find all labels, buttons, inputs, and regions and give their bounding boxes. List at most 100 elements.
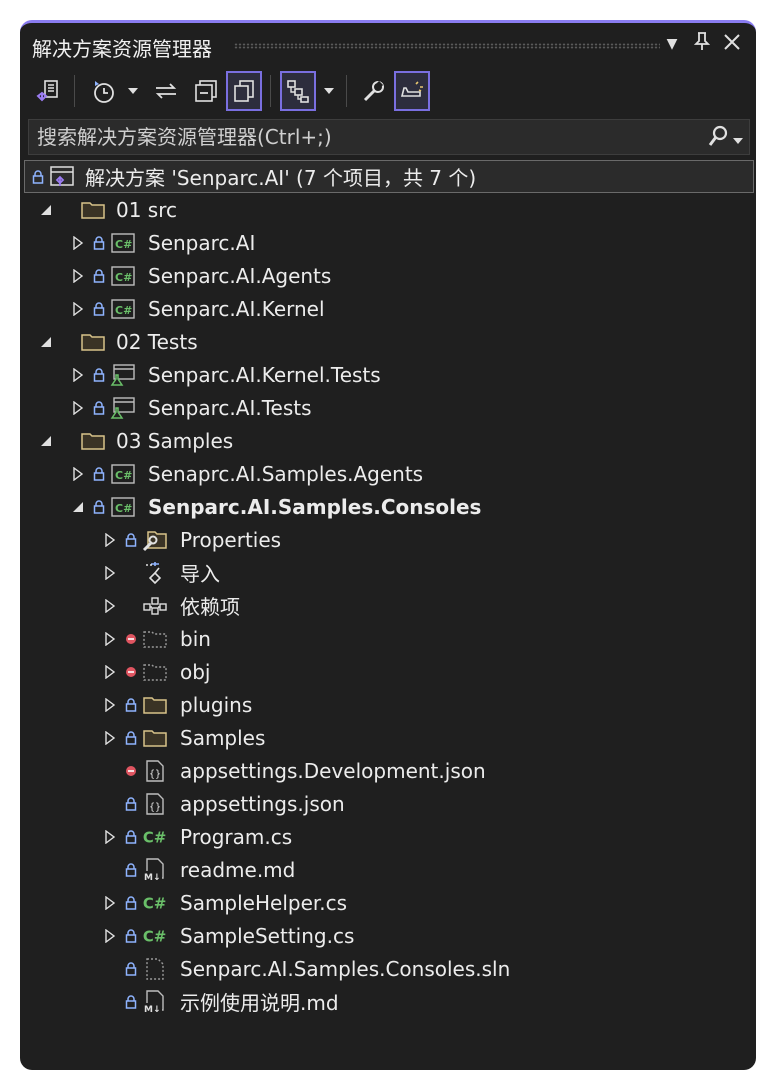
item-label: Properties [180, 527, 282, 552]
tree-row-project[interactable]: C# Senparc.AI.Kernel [20, 292, 756, 325]
pin-icon[interactable] [690, 31, 714, 57]
tree-row-imports[interactable]: 导入 [20, 556, 756, 589]
close-icon[interactable] [720, 31, 744, 57]
collapsed-arrow-icon[interactable] [102, 530, 118, 550]
search-input[interactable] [29, 120, 697, 154]
csharp-project-icon: C# [110, 296, 136, 322]
item-label: 导入 [180, 562, 220, 586]
preview-icon[interactable] [394, 71, 430, 111]
tree-row-folder-samples[interactable]: 03 Samples [20, 424, 756, 457]
tree-row-test-project[interactable]: Senparc.AI.Kernel.Tests [20, 358, 756, 391]
project-label: Senparc.AI.Tests [148, 395, 312, 420]
lock-icon [124, 697, 138, 713]
show-all-files-icon[interactable] [226, 71, 262, 111]
svg-text:C#: C# [143, 927, 166, 945]
expanded-arrow-icon[interactable] [38, 431, 54, 451]
vs-solution-icon[interactable] [30, 71, 66, 111]
lock-icon [92, 400, 106, 416]
tree-row-md-file[interactable]: M↓ 示例使用说明.md [20, 985, 756, 1018]
tree-row-sln-file[interactable]: Senparc.AI.Samples.Consoles.sln [20, 952, 756, 985]
collapse-all-icon[interactable] [188, 71, 224, 111]
svg-text:C#: C# [143, 894, 166, 912]
lock-icon [92, 367, 106, 383]
collapsed-arrow-icon[interactable] [70, 266, 86, 286]
tree-row-project[interactable]: C# Senparc.AI.Agents [20, 259, 756, 292]
collapsed-arrow-icon[interactable] [70, 365, 86, 385]
folder-icon [80, 428, 106, 454]
lock-icon [124, 730, 138, 746]
tree-row-bin[interactable]: bin [20, 622, 756, 655]
tree-row-properties[interactable]: Properties [20, 523, 756, 556]
collapsed-arrow-icon[interactable] [70, 233, 86, 253]
collapsed-arrow-icon[interactable] [102, 893, 118, 913]
tree-row-project[interactable]: C# Senparc.AI [20, 226, 756, 259]
collapsed-arrow-icon[interactable] [102, 926, 118, 946]
title-bar: 解决方案资源管理器 ▼ [20, 23, 756, 67]
tree-row-test-project[interactable]: Senparc.AI.Tests [20, 391, 756, 424]
tree-row-folder-tests[interactable]: 02 Tests [20, 325, 756, 358]
collapsed-arrow-icon[interactable] [102, 695, 118, 715]
collapsed-arrow-icon[interactable] [102, 629, 118, 649]
tree-row-json-file[interactable]: {} appsettings.Development.json [20, 754, 756, 787]
collapsed-arrow-icon[interactable] [102, 596, 118, 616]
project-label: Senparc.AI.Agents [148, 263, 332, 288]
tree-view-icon[interactable] [280, 71, 316, 111]
search-box[interactable] [28, 119, 750, 155]
collapsed-arrow-icon[interactable] [70, 464, 86, 484]
tree-row-plugins[interactable]: plugins [20, 688, 756, 721]
tree-row-cs-file[interactable]: C# SampleHelper.cs [20, 886, 756, 919]
tree-row-json-file[interactable]: {} appsettings.json [20, 787, 756, 820]
window-title: 解决方案资源管理器 [32, 37, 212, 61]
expanded-arrow-icon[interactable] [70, 497, 86, 517]
tree-row-project[interactable]: C# Senaprc.AI.Samples.Agents [20, 457, 756, 490]
lock-icon [124, 532, 138, 548]
csharp-file-icon: C# [142, 923, 168, 949]
tree-row-obj[interactable]: obj [20, 655, 756, 688]
tree-row-dependencies[interactable]: 依赖项 [20, 589, 756, 622]
tree-view-dropdown-icon[interactable] [322, 71, 336, 111]
tree-row-samples-folder[interactable]: Samples [20, 721, 756, 754]
hidden-folder-icon [142, 659, 168, 685]
folder-icon [80, 197, 106, 223]
svg-text:M↓: M↓ [144, 1005, 161, 1015]
sync-icon[interactable] [148, 71, 184, 111]
json-file-icon: {} [142, 758, 168, 784]
title-drag-grip[interactable] [234, 43, 660, 49]
window-menu-dropdown-icon[interactable]: ▼ [660, 31, 684, 57]
expanded-arrow-icon[interactable] [38, 332, 54, 352]
tree-row-cs-file[interactable]: C# SampleSetting.cs [20, 919, 756, 952]
tree-row-md-file[interactable]: M↓ readme.md [20, 853, 756, 886]
collapsed-arrow-icon[interactable] [102, 827, 118, 847]
tree-row-solution[interactable]: 解决方案 'Senparc.AI' (7 个项目，共 7 个) [24, 160, 754, 193]
lock-icon [124, 796, 138, 812]
csharp-file-icon: C# [142, 824, 168, 850]
properties-icon[interactable] [356, 71, 392, 111]
folder-label: 02 Tests [116, 329, 198, 354]
svg-text:C#: C# [115, 304, 132, 317]
project-label: Senparc.AI.Kernel.Tests [148, 362, 381, 387]
collapsed-arrow-icon[interactable] [102, 662, 118, 682]
collapsed-arrow-icon[interactable] [70, 398, 86, 418]
imports-icon [142, 560, 168, 586]
search-icon[interactable] [707, 124, 729, 152]
collapsed-arrow-icon[interactable] [102, 728, 118, 748]
tree-row-cs-file[interactable]: C# Program.cs [20, 820, 756, 853]
excluded-icon [124, 664, 138, 680]
lock-icon [92, 235, 106, 251]
tree-row-folder-src[interactable]: 01 src [20, 193, 756, 226]
tree-row-startup-project[interactable]: C# Senparc.AI.Samples.Consoles [20, 490, 756, 523]
collapsed-arrow-icon[interactable] [102, 563, 118, 583]
history-dropdown-icon[interactable] [126, 71, 140, 111]
history-icon[interactable] [86, 71, 122, 111]
folder-icon [142, 692, 168, 718]
svg-text:{}: {} [149, 769, 161, 780]
search-options-dropdown-icon[interactable] [733, 129, 743, 148]
folder-label: 01 src [116, 197, 178, 222]
collapsed-arrow-icon[interactable] [70, 299, 86, 319]
expanded-arrow-icon[interactable] [38, 200, 54, 220]
project-label: Senparc.AI.Kernel [148, 296, 325, 321]
test-project-icon [110, 395, 136, 421]
folder-icon [80, 329, 106, 355]
svg-text:M↓: M↓ [144, 873, 161, 883]
csharp-project-icon: C# [110, 494, 136, 520]
